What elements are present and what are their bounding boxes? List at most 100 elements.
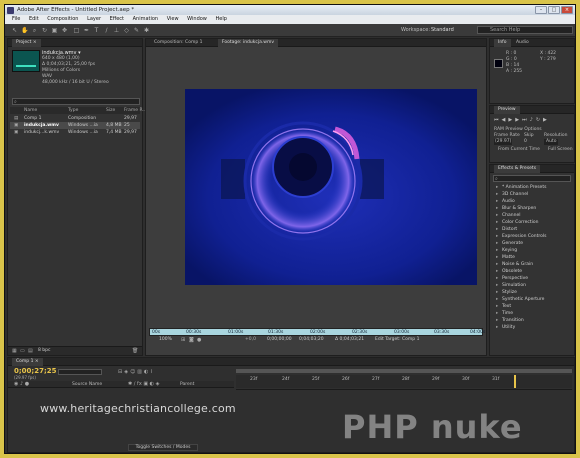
selection-tool-icon[interactable]: ↖ [11, 27, 18, 34]
project-item-comp[interactable]: ▤ Comp 1 Composition 29,97 [10, 115, 140, 122]
effect-category[interactable]: Obsolete [496, 268, 522, 275]
effect-category[interactable]: 3D Channel [496, 191, 528, 198]
grid-icon[interactable]: ⊞ [181, 337, 185, 343]
col-framerate[interactable]: Frame R... [124, 107, 147, 114]
roto-tool-icon[interactable]: ✎ [133, 27, 140, 34]
camera-tool-icon[interactable]: ▣ [51, 27, 58, 34]
brush-tool-icon[interactable]: ∕ [103, 27, 110, 34]
menu-composition[interactable]: Composition [47, 16, 78, 22]
effect-category[interactable]: Stylize [496, 289, 517, 296]
out-time[interactable]: 0;04;03;20 [299, 337, 324, 342]
from-current-time-checkbox[interactable]: From Current Time [498, 147, 540, 153]
timeline-ruler[interactable]: 23f 24f 25f 26f 27f 28f 29f 30f 31f [236, 375, 572, 388]
tab-preview[interactable]: Preview [494, 106, 520, 114]
col-type[interactable]: Type [68, 107, 78, 114]
time-ruler[interactable]: 00s 00:30s 01:00s 01:30s 02:00s 02:30s 0… [149, 328, 485, 336]
timeline-search-input[interactable] [58, 369, 102, 375]
new-comp-icon[interactable]: ▤ [28, 348, 33, 354]
pen-tool-icon[interactable]: ✒ [83, 27, 90, 34]
source-name-header[interactable]: Source Name [72, 381, 102, 388]
zoom-select[interactable]: 100% [159, 337, 172, 342]
exposure-value[interactable]: +0,0 [245, 337, 256, 342]
menu-help[interactable]: Help [215, 16, 226, 22]
pan-behind-tool-icon[interactable]: ✥ [61, 27, 68, 34]
effect-category[interactable]: Noise & Grain [496, 261, 533, 268]
full-screen-checkbox[interactable]: Full Screen [548, 147, 573, 153]
col-name[interactable]: Name [24, 107, 37, 114]
minimize-button[interactable]: – [535, 6, 547, 14]
effect-category[interactable]: Simulation [496, 282, 526, 289]
puppet-tool-icon[interactable]: ✱ [143, 27, 150, 34]
tab-footage[interactable]: Footage: indukcja.wmv [217, 39, 279, 47]
rotate-tool-icon[interactable]: ↻ [41, 27, 48, 34]
current-time[interactable]: 0;00;27;25 [14, 367, 57, 375]
close-button[interactable]: × [561, 6, 573, 14]
effect-category[interactable]: Blur & Sharpen [496, 205, 536, 212]
effect-category[interactable]: Matte [496, 254, 515, 261]
last-frame-icon[interactable]: ⏭ [522, 117, 530, 123]
project-search-input[interactable]: ⌕ [12, 98, 140, 105]
workspace-select[interactable]: Standard [431, 27, 454, 33]
playhead[interactable] [514, 375, 516, 388]
effect-category[interactable]: Time [496, 310, 513, 317]
effect-category[interactable]: Channel [496, 212, 521, 219]
color-channel-icon[interactable]: ● [197, 337, 201, 343]
tab-audio[interactable]: Audio [512, 39, 533, 47]
col-size[interactable]: Size [106, 107, 115, 114]
eraser-tool-icon[interactable]: ◇ [123, 27, 130, 34]
frame-blend-icon[interactable]: ▥ [137, 369, 144, 375]
new-folder-icon[interactable]: ▭ [20, 348, 25, 354]
effects-search-input[interactable]: ⌕ [493, 175, 571, 182]
ram-preview-icon[interactable]: ▶ [543, 117, 550, 123]
snapshot-icon[interactable]: ◙ [189, 337, 194, 343]
loop-icon[interactable]: ↻ [536, 117, 543, 123]
tab-info[interactable]: Info [494, 39, 511, 47]
trash-icon[interactable]: 🗑 [132, 348, 138, 354]
parent-header[interactable]: Parent [180, 381, 194, 388]
effect-category[interactable]: Text [496, 303, 511, 310]
footage-view[interactable] [185, 89, 477, 285]
effect-category[interactable]: * Animation Presets [496, 184, 546, 191]
menu-view[interactable]: View [167, 16, 179, 22]
effect-category[interactable]: Color Correction [496, 219, 539, 226]
maximize-button[interactable]: □ [548, 6, 560, 14]
effect-category[interactable]: Audio [496, 198, 515, 205]
text-tool-icon[interactable]: T [93, 27, 100, 34]
search-help-input[interactable]: Search Help [477, 26, 573, 34]
effect-category[interactable]: Expression Controls [496, 233, 547, 240]
tab-comp-1[interactable]: Comp 1 × [12, 358, 43, 366]
layer-column-header: ◉ ♪ ● Source Name ✱ ∕ fx ▣ ◐ ◈ Parent [8, 381, 234, 388]
work-area-bar[interactable] [236, 369, 572, 373]
first-frame-icon[interactable]: ⏮ [494, 117, 502, 123]
effect-category[interactable]: Utility [496, 324, 515, 331]
project-item-footage-2[interactable]: ▣ indukcj...k.wmv Windows ...ia 7,4 MB 2… [10, 129, 140, 136]
effect-category[interactable]: Keying [496, 247, 517, 254]
menu-file[interactable]: File [12, 16, 20, 22]
graph-editor-icon[interactable]: ⌇ [150, 369, 154, 375]
interpret-footage-icon[interactable]: ▦ [12, 348, 17, 354]
zoom-tool-icon[interactable]: ⌕ [31, 27, 38, 34]
effect-category[interactable]: Perspective [496, 275, 528, 282]
tab-project[interactable]: Project × [12, 39, 41, 47]
effect-category[interactable]: Generate [496, 240, 523, 247]
skip-value[interactable]: 0 [524, 139, 527, 145]
effect-category[interactable]: Transition [496, 317, 524, 324]
menu-animation[interactable]: Animation [133, 16, 159, 22]
clone-tool-icon[interactable]: ⊥ [113, 27, 120, 34]
hand-tool-icon[interactable]: ✋ [21, 27, 28, 34]
frame-rate-select[interactable]: (29.97) [494, 139, 513, 145]
menu-layer[interactable]: Layer [87, 16, 101, 22]
bpc-button[interactable]: 8 bpc [38, 348, 50, 353]
resolution-select[interactable]: Auto [544, 139, 559, 145]
rectangle-tool-icon[interactable]: □ [73, 27, 80, 34]
menu-effect[interactable]: Effect [110, 16, 124, 22]
menu-edit[interactable]: Edit [29, 16, 39, 22]
project-item-footage-1[interactable]: ▣ indukcja.wmv Windows ...ia 4,8 MB 25 [10, 122, 140, 129]
tab-effects-presets[interactable]: Effects & Presets [494, 165, 541, 173]
menu-window[interactable]: Window [187, 16, 207, 22]
in-time[interactable]: 0;00;00;00 [267, 337, 292, 342]
effect-category[interactable]: Distort [496, 226, 517, 233]
tab-composition[interactable]: Composition: Comp 1 [150, 39, 206, 47]
toggle-switches-modes-button[interactable]: Toggle Switches / Modes [128, 444, 198, 451]
effect-category[interactable]: Synthetic Aperture [496, 296, 544, 303]
